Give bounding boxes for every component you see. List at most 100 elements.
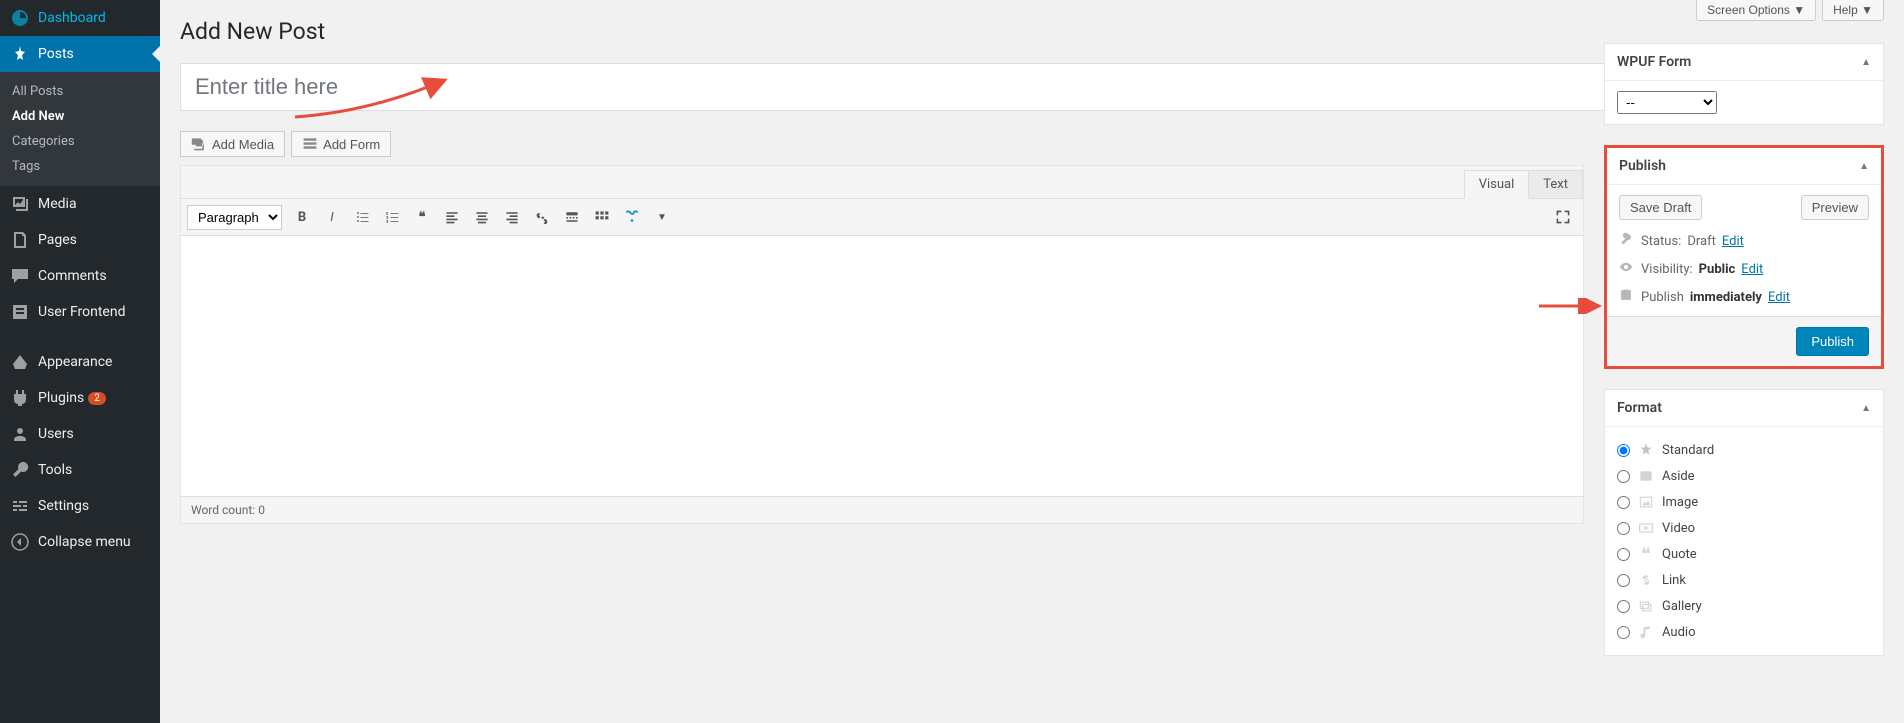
blockquote-button[interactable]: ❝	[408, 203, 436, 231]
bold-button[interactable]: B	[288, 203, 316, 231]
visibility-row: Visibility: Public Edit	[1619, 260, 1869, 278]
sidebar-item-label: Media	[38, 196, 77, 212]
sidebar-item-dashboard[interactable]: Dashboard	[0, 0, 160, 36]
comments-icon	[10, 266, 30, 286]
sidebar-item-label: Users	[38, 426, 74, 442]
badge: 2	[88, 392, 106, 405]
toolbar-toggle-button[interactable]	[588, 203, 616, 231]
sidebar-item-label: Pages	[38, 232, 77, 248]
format-option-link[interactable]: Link	[1617, 567, 1871, 593]
tools-icon	[10, 460, 30, 480]
edit-schedule-link[interactable]: Edit	[1768, 290, 1790, 305]
collapse-icon	[10, 532, 30, 552]
format-radio[interactable]	[1617, 600, 1630, 613]
format-radio[interactable]	[1617, 522, 1630, 535]
visual-tab[interactable]: Visual	[1464, 170, 1530, 199]
format-radio[interactable]	[1617, 496, 1630, 509]
format-option-video[interactable]: Video	[1617, 515, 1871, 541]
format-aside-icon	[1638, 468, 1654, 484]
sidebar-item-settings[interactable]: Settings	[0, 488, 160, 524]
align-center-button[interactable]	[468, 203, 496, 231]
sidebar-item-label: Appearance	[38, 354, 112, 370]
editor-footer: Word count: 0	[181, 496, 1583, 523]
sidebar-item-user-frontend[interactable]: User Frontend	[0, 294, 160, 330]
bullet-list-button[interactable]	[348, 203, 376, 231]
sidebar-item-media[interactable]: Media	[0, 186, 160, 222]
userfront-icon	[10, 302, 30, 322]
number-list-button[interactable]	[378, 203, 406, 231]
format-quote-icon: ❝	[1638, 546, 1654, 562]
sidebar-item-comments[interactable]: Comments	[0, 258, 160, 294]
wpuf-form-select[interactable]: --	[1617, 91, 1717, 114]
submenu-item-tags[interactable]: Tags	[0, 154, 160, 179]
format-image-icon	[1638, 494, 1654, 510]
format-option-image[interactable]: Image	[1617, 489, 1871, 515]
caret-down-icon[interactable]: ▼	[648, 203, 676, 231]
sidebar-item-plugins[interactable]: Plugins2	[0, 380, 160, 416]
format-label: Quote	[1662, 547, 1697, 562]
format-radio[interactable]	[1617, 470, 1630, 483]
format-radio[interactable]	[1617, 444, 1630, 457]
editor-content[interactable]	[181, 236, 1583, 496]
preview-button[interactable]: Preview	[1801, 195, 1869, 220]
add-media-button[interactable]: Add Media	[180, 131, 285, 157]
toggle-arrow-icon: ▲	[1861, 403, 1871, 414]
align-right-button[interactable]	[498, 203, 526, 231]
admin-sidebar: DashboardPostsAll PostsAdd NewCategories…	[0, 0, 160, 723]
format-option-aside[interactable]: Aside	[1617, 463, 1871, 489]
link-button[interactable]	[528, 203, 556, 231]
submenu-item-categories[interactable]: Categories	[0, 129, 160, 154]
format-radio[interactable]	[1617, 548, 1630, 561]
wpuf-form-metabox: WPUF Form ▲ --	[1604, 43, 1884, 125]
edit-visibility-link[interactable]: Edit	[1741, 262, 1763, 277]
italic-button[interactable]: I	[318, 203, 346, 231]
dashboard-icon	[10, 8, 30, 28]
schedule-row: Publish immediately Edit	[1619, 288, 1869, 306]
add-form-button[interactable]: Add Form	[291, 131, 391, 157]
editor-box: Visual Text Paragraph B I ❝	[180, 165, 1584, 524]
format-standard-icon	[1638, 442, 1654, 458]
submenu-item-all-posts[interactable]: All Posts	[0, 79, 160, 104]
format-gallery-icon	[1638, 598, 1654, 614]
distraction-free-button[interactable]	[618, 203, 646, 231]
pin-icon	[10, 44, 30, 64]
screen-options-button[interactable]: Screen Options ▼	[1696, 0, 1816, 21]
format-option-quote[interactable]: ❝ Quote	[1617, 541, 1871, 567]
format-radio[interactable]	[1617, 626, 1630, 639]
submenu: All PostsAdd NewCategoriesTags	[0, 72, 160, 186]
edit-status-link[interactable]: Edit	[1722, 234, 1744, 249]
sidebar-item-collapse-menu[interactable]: Collapse menu	[0, 524, 160, 560]
appearance-icon	[10, 352, 30, 372]
format-select[interactable]: Paragraph	[187, 205, 282, 230]
toggle-arrow-icon: ▲	[1859, 161, 1869, 172]
sidebar-item-pages[interactable]: Pages	[0, 222, 160, 258]
format-label: Image	[1662, 495, 1698, 510]
format-label: Video	[1662, 521, 1695, 536]
users-icon	[10, 424, 30, 444]
format-option-audio[interactable]: Audio	[1617, 619, 1871, 645]
main-content: Screen Options ▼ Help ▼ Add New Post Add…	[160, 0, 1904, 723]
submenu-item-add-new[interactable]: Add New	[0, 104, 160, 129]
pages-icon	[10, 230, 30, 250]
fullscreen-button[interactable]	[1549, 203, 1577, 231]
sidebar-item-users[interactable]: Users	[0, 416, 160, 452]
format-video-icon	[1638, 520, 1654, 536]
publish-header[interactable]: Publish ▲	[1607, 148, 1881, 185]
sidebar-item-posts[interactable]: Posts	[0, 36, 160, 72]
wpuf-form-header[interactable]: WPUF Form ▲	[1605, 44, 1883, 81]
text-tab[interactable]: Text	[1528, 170, 1583, 198]
help-button[interactable]: Help ▼	[1822, 0, 1884, 21]
format-label: Link	[1662, 573, 1686, 588]
sidebar-item-tools[interactable]: Tools	[0, 452, 160, 488]
calendar-icon	[1619, 288, 1635, 306]
sidebar-item-appearance[interactable]: Appearance	[0, 344, 160, 380]
format-option-standard[interactable]: Standard	[1617, 437, 1871, 463]
eye-icon	[1619, 260, 1635, 278]
format-option-gallery[interactable]: Gallery	[1617, 593, 1871, 619]
save-draft-button[interactable]: Save Draft	[1619, 195, 1702, 220]
format-radio[interactable]	[1617, 574, 1630, 587]
more-button[interactable]	[558, 203, 586, 231]
align-left-button[interactable]	[438, 203, 466, 231]
format-header[interactable]: Format ▲	[1605, 390, 1883, 427]
publish-button[interactable]: Publish	[1796, 327, 1869, 356]
